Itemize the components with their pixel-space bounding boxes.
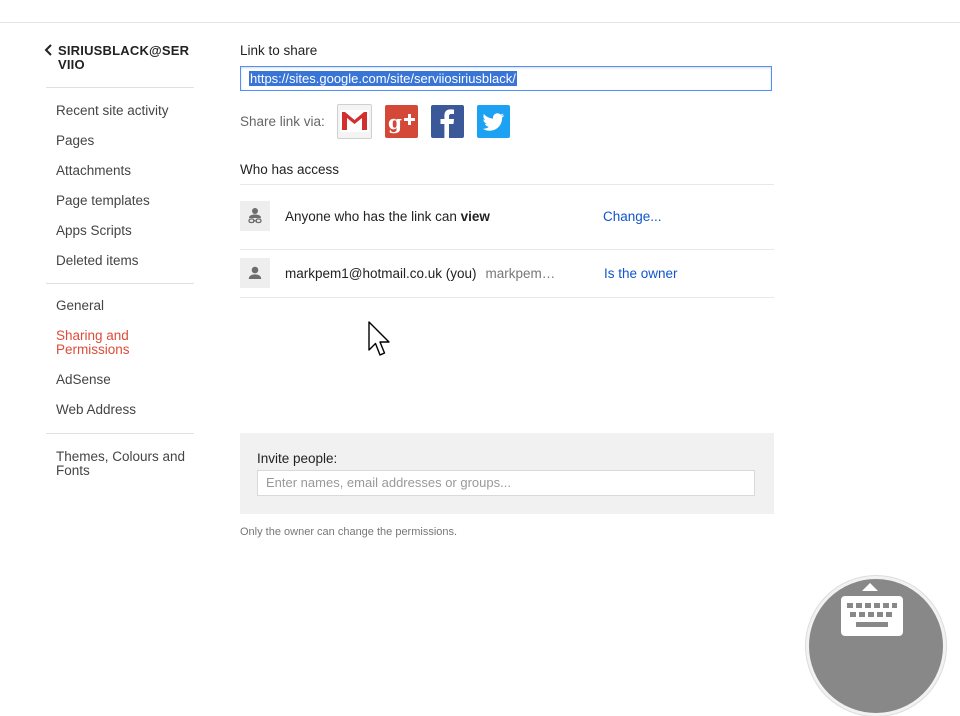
chevron-up-icon <box>862 583 878 591</box>
change-access-link[interactable]: Change... <box>603 209 662 224</box>
who-has-access-title: Who has access <box>240 162 340 177</box>
share-via-bar: Share link via: g <box>240 103 523 139</box>
link-to-share-label: Link to share <box>240 43 318 58</box>
site-title: SIRIUSBLACK@SERVIIO <box>58 43 190 72</box>
svg-text:g: g <box>388 110 402 134</box>
share-via-label: Share link via: <box>240 113 325 129</box>
owner-permissions-note: Only the owner can change the permission… <box>240 526 458 538</box>
keyboard-icon <box>841 596 903 636</box>
sidebar-divider <box>46 87 194 88</box>
back-to-site[interactable]: SIRIUSBLACK@SERVIIO <box>44 44 194 72</box>
sidebar-divider <box>46 283 194 284</box>
gmail-icon <box>339 110 369 132</box>
link-access-level: view <box>460 208 490 224</box>
twitter-share-button[interactable] <box>476 104 510 138</box>
access-divider <box>240 249 774 250</box>
chevron-left-icon <box>44 44 58 59</box>
twitter-icon <box>482 112 505 131</box>
google-plus-icon: g <box>388 110 415 134</box>
share-link-field[interactable]: https://sites.google.com/site/serviiosir… <box>240 66 772 91</box>
sidebar-item-deleted-items[interactable]: Deleted items <box>44 254 194 268</box>
sidebar-item-pages[interactable]: Pages <box>44 134 194 148</box>
invite-input[interactable]: Enter names, email addresses or groups..… <box>257 470 755 496</box>
facebook-share-button[interactable] <box>430 104 464 138</box>
sidebar-item-apps-scripts[interactable]: Apps Scripts <box>44 224 194 238</box>
sidebar-item-recent-activity[interactable]: Recent site activity <box>44 104 194 118</box>
invite-panel: Invite people: Enter names, email addres… <box>240 433 774 514</box>
sidebar-item-page-templates[interactable]: Page templates <box>44 194 194 208</box>
sidebar-item-adsense[interactable]: AdSense <box>44 373 194 387</box>
owner-role: Is the owner <box>604 265 678 281</box>
google-plus-share-button[interactable]: g <box>384 104 418 138</box>
sidebar-item-attachments[interactable]: Attachments <box>44 164 194 178</box>
invite-label: Invite people: <box>257 451 338 466</box>
mouse-cursor-icon <box>368 321 390 356</box>
sidebar: SIRIUSBLACK@SERVIIO Recent site activity… <box>44 44 194 478</box>
owner-email: markpem1@hotmail.co.uk (you) <box>285 265 477 281</box>
top-divider <box>0 22 960 23</box>
sidebar-item-themes[interactable]: Themes, Colours and Fonts <box>44 450 192 478</box>
person-icon <box>240 258 270 288</box>
share-link-url: https://sites.google.com/site/serviiosir… <box>249 71 517 86</box>
sidebar-divider <box>46 433 194 434</box>
facebook-icon <box>440 108 454 138</box>
access-row-link: Anyone who has the link can view Change.… <box>240 200 774 232</box>
sidebar-item-general[interactable]: General <box>44 299 194 313</box>
owner-name-truncated: markpem… <box>485 265 556 281</box>
link-person-icon <box>240 201 270 231</box>
access-divider <box>240 297 774 298</box>
access-divider <box>240 184 774 185</box>
link-access-description: Anyone who has the link can view <box>285 208 490 224</box>
gmail-share-button[interactable] <box>336 103 372 139</box>
access-row-owner: markpem1@hotmail.co.uk (you) markpem… Is… <box>240 257 774 289</box>
sidebar-item-web-address[interactable]: Web Address <box>44 403 194 417</box>
sidebar-item-sharing-permissions[interactable]: Sharing and Permissions <box>44 329 166 357</box>
